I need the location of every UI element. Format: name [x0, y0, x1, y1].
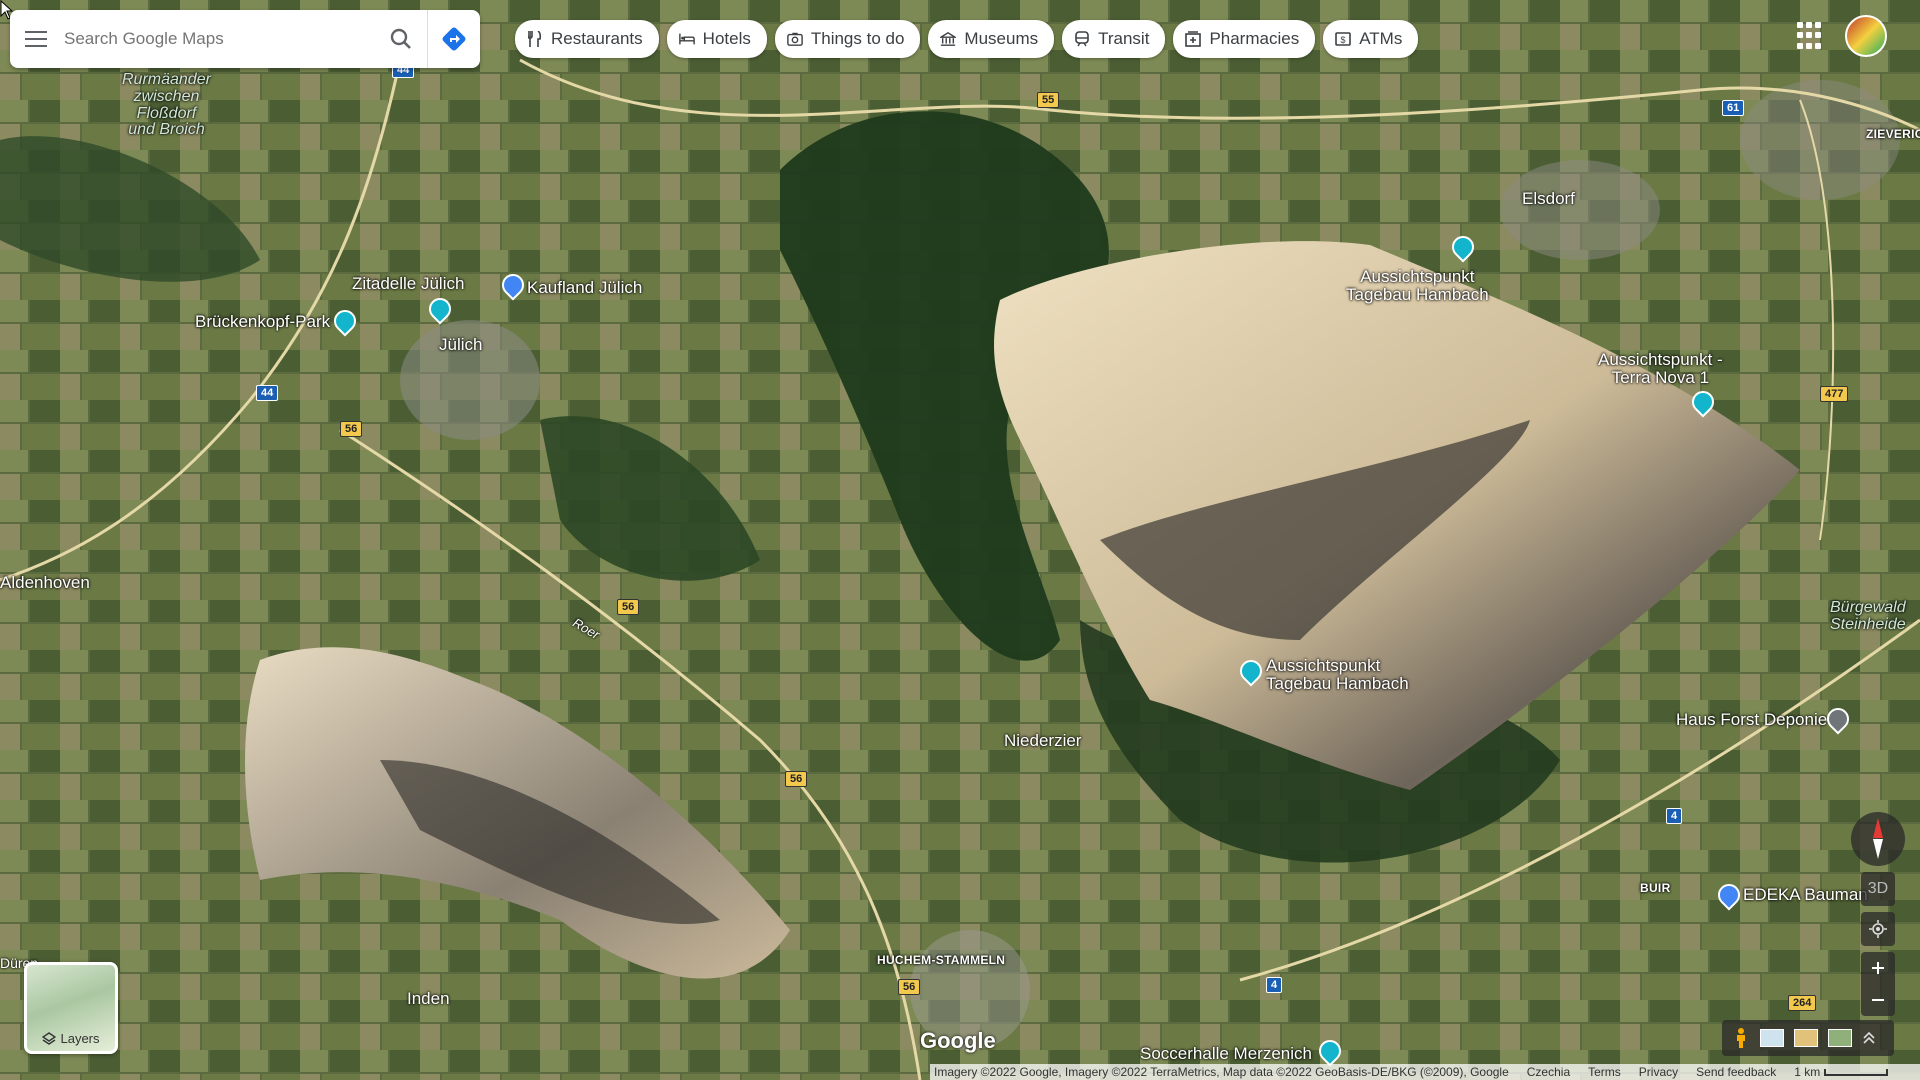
- imagery-thumb-1[interactable]: [1760, 1029, 1784, 1047]
- train-icon: [1074, 31, 1090, 47]
- map-controls: 3D: [1851, 812, 1905, 1016]
- place-aussicht-2[interactable]: Aussichtspunkt Tagebau Hambach: [1266, 657, 1409, 693]
- place-juelich[interactable]: Jülich: [439, 336, 482, 354]
- place-buir[interactable]: BUIR: [1640, 882, 1671, 895]
- zoom-control: [1861, 952, 1895, 1016]
- svg-text:$: $: [1341, 35, 1346, 45]
- chip-label: Things to do: [810, 29, 905, 48]
- chip-atms[interactable]: $ ATMs: [1323, 20, 1419, 58]
- toggle-3d-button[interactable]: 3D: [1861, 872, 1895, 906]
- road-shield-a44: 44: [256, 385, 279, 401]
- my-location-button[interactable]: [1861, 912, 1895, 946]
- place-aussicht-1[interactable]: Aussichtspunkt Tagebau Hambach: [1346, 268, 1489, 304]
- road-shield-b56: 56: [785, 771, 808, 787]
- country-link[interactable]: Czechia: [1527, 1065, 1570, 1079]
- chip-label: Hotels: [702, 29, 751, 48]
- zoom-in-button[interactable]: [1861, 952, 1895, 984]
- road-shield-a4: 4: [1666, 808, 1683, 824]
- place-zieverich[interactable]: ZIEVERICH: [1866, 128, 1920, 141]
- road-shield-b477: 477: [1820, 386, 1849, 402]
- road-shield-a61: 61: [1722, 100, 1745, 116]
- place-hausforst[interactable]: Haus Forst Deponie: [1676, 711, 1827, 729]
- chip-museums[interactable]: Museums: [928, 20, 1055, 58]
- chip-label: Transit: [1098, 29, 1150, 48]
- chip-label: ATMs: [1359, 29, 1403, 48]
- map-footer: Imagery ©2022 Google, Imagery ©2022 Terr…: [930, 1064, 1920, 1080]
- road-shield-b55: 55: [1037, 92, 1060, 108]
- imagery-thumb-2[interactable]: [1794, 1029, 1818, 1047]
- road-shield-b56: 56: [898, 979, 921, 995]
- privacy-link[interactable]: Privacy: [1639, 1065, 1678, 1079]
- imagery-thumb-3[interactable]: [1828, 1029, 1852, 1047]
- place-brueckenkopf[interactable]: Brückenkopf-Park: [195, 313, 330, 331]
- layers-icon: [42, 1031, 57, 1045]
- zoom-out-button[interactable]: [1861, 984, 1895, 1016]
- road-shield-b56: 56: [340, 421, 363, 437]
- chip-transit[interactable]: Transit: [1062, 20, 1166, 58]
- scale-bar: [1824, 1069, 1889, 1076]
- scale-control[interactable]: 1 km: [1794, 1065, 1889, 1079]
- place-huchem[interactable]: HUCHEM-STAMMELN: [877, 954, 1005, 967]
- search-input[interactable]: [62, 28, 375, 50]
- directions-button[interactable]: [427, 10, 480, 68]
- layers-label: Layers: [60, 1031, 100, 1046]
- place-zitadelle[interactable]: Zitadelle Jülich: [352, 275, 464, 293]
- menu-button[interactable]: [10, 10, 62, 68]
- place-aussicht-terra[interactable]: Aussichtspunkt - Terra Nova 1: [1598, 351, 1723, 387]
- chip-label: Restaurants: [551, 29, 643, 48]
- museum-icon: [940, 31, 957, 47]
- road-shield-b264: 264: [1788, 995, 1817, 1011]
- google-logo: Google: [920, 1028, 996, 1053]
- bed-icon: [678, 31, 695, 47]
- imagery-attribution: Imagery ©2022 Google, Imagery ©2022 Terr…: [934, 1065, 1509, 1079]
- camera-icon: [787, 31, 803, 47]
- directions-icon: [442, 27, 466, 51]
- chevron-up-icon[interactable]: [1862, 1031, 1876, 1045]
- place-inden[interactable]: Inden: [407, 990, 450, 1008]
- place-rurmaander[interactable]: Rurmäander zwischen Floßdorf und Broich: [122, 71, 211, 139]
- pegman-icon[interactable]: [1732, 1026, 1750, 1050]
- search-button[interactable]: [375, 10, 427, 68]
- chip-label: Museums: [964, 29, 1039, 48]
- layers-button[interactable]: Layers: [24, 962, 118, 1054]
- chip-pharmacies[interactable]: Pharmacies: [1173, 20, 1316, 58]
- feedback-link[interactable]: Send feedback: [1696, 1065, 1776, 1079]
- road-shield-b56: 56: [617, 599, 640, 615]
- scale-label: 1 km: [1794, 1065, 1821, 1079]
- fork-knife-icon: [527, 31, 543, 47]
- terms-link[interactable]: Terms: [1588, 1065, 1621, 1079]
- road-shield-a4: 4: [1266, 977, 1283, 993]
- search-box: [10, 10, 480, 68]
- satellite-map[interactable]: Rurmäander zwischen Floßdorf und Broich …: [0, 0, 1920, 1080]
- atm-icon: $: [1335, 31, 1352, 47]
- account-avatar[interactable]: [1845, 15, 1887, 57]
- place-elsdorf[interactable]: Elsdorf: [1522, 190, 1575, 208]
- compass-icon[interactable]: [1851, 812, 1905, 866]
- location-target-icon: [1869, 920, 1887, 938]
- pharmacy-icon: [1185, 31, 1202, 47]
- chip-hotels[interactable]: Hotels: [666, 20, 767, 58]
- street-view-bar: [1722, 1020, 1894, 1056]
- place-kaufland[interactable]: Kaufland Jülich: [527, 279, 642, 297]
- place-soccerhalle[interactable]: Soccerhalle Merzenich: [1140, 1045, 1312, 1063]
- chip-label: Pharmacies: [1209, 29, 1300, 48]
- hamburger-icon: [25, 31, 47, 47]
- place-edeka[interactable]: EDEKA Bauman: [1743, 886, 1868, 904]
- category-chips: Restaurants Hotels Things to do Museums …: [515, 20, 1419, 58]
- search-icon: [390, 28, 411, 49]
- minus-icon: [1872, 999, 1884, 1001]
- place-niederzier[interactable]: Niederzier: [1004, 732, 1081, 750]
- chip-things-to-do[interactable]: Things to do: [774, 20, 921, 58]
- apps-grid-icon[interactable]: [1797, 22, 1825, 50]
- place-buergewald[interactable]: Bürgewald Steinheide: [1830, 599, 1906, 634]
- plus-icon: [1872, 962, 1884, 974]
- map-imagery: [0, 0, 1920, 1080]
- chip-restaurants[interactable]: Restaurants: [515, 20, 659, 58]
- place-aldenhoven[interactable]: Aldenhoven: [0, 574, 90, 592]
